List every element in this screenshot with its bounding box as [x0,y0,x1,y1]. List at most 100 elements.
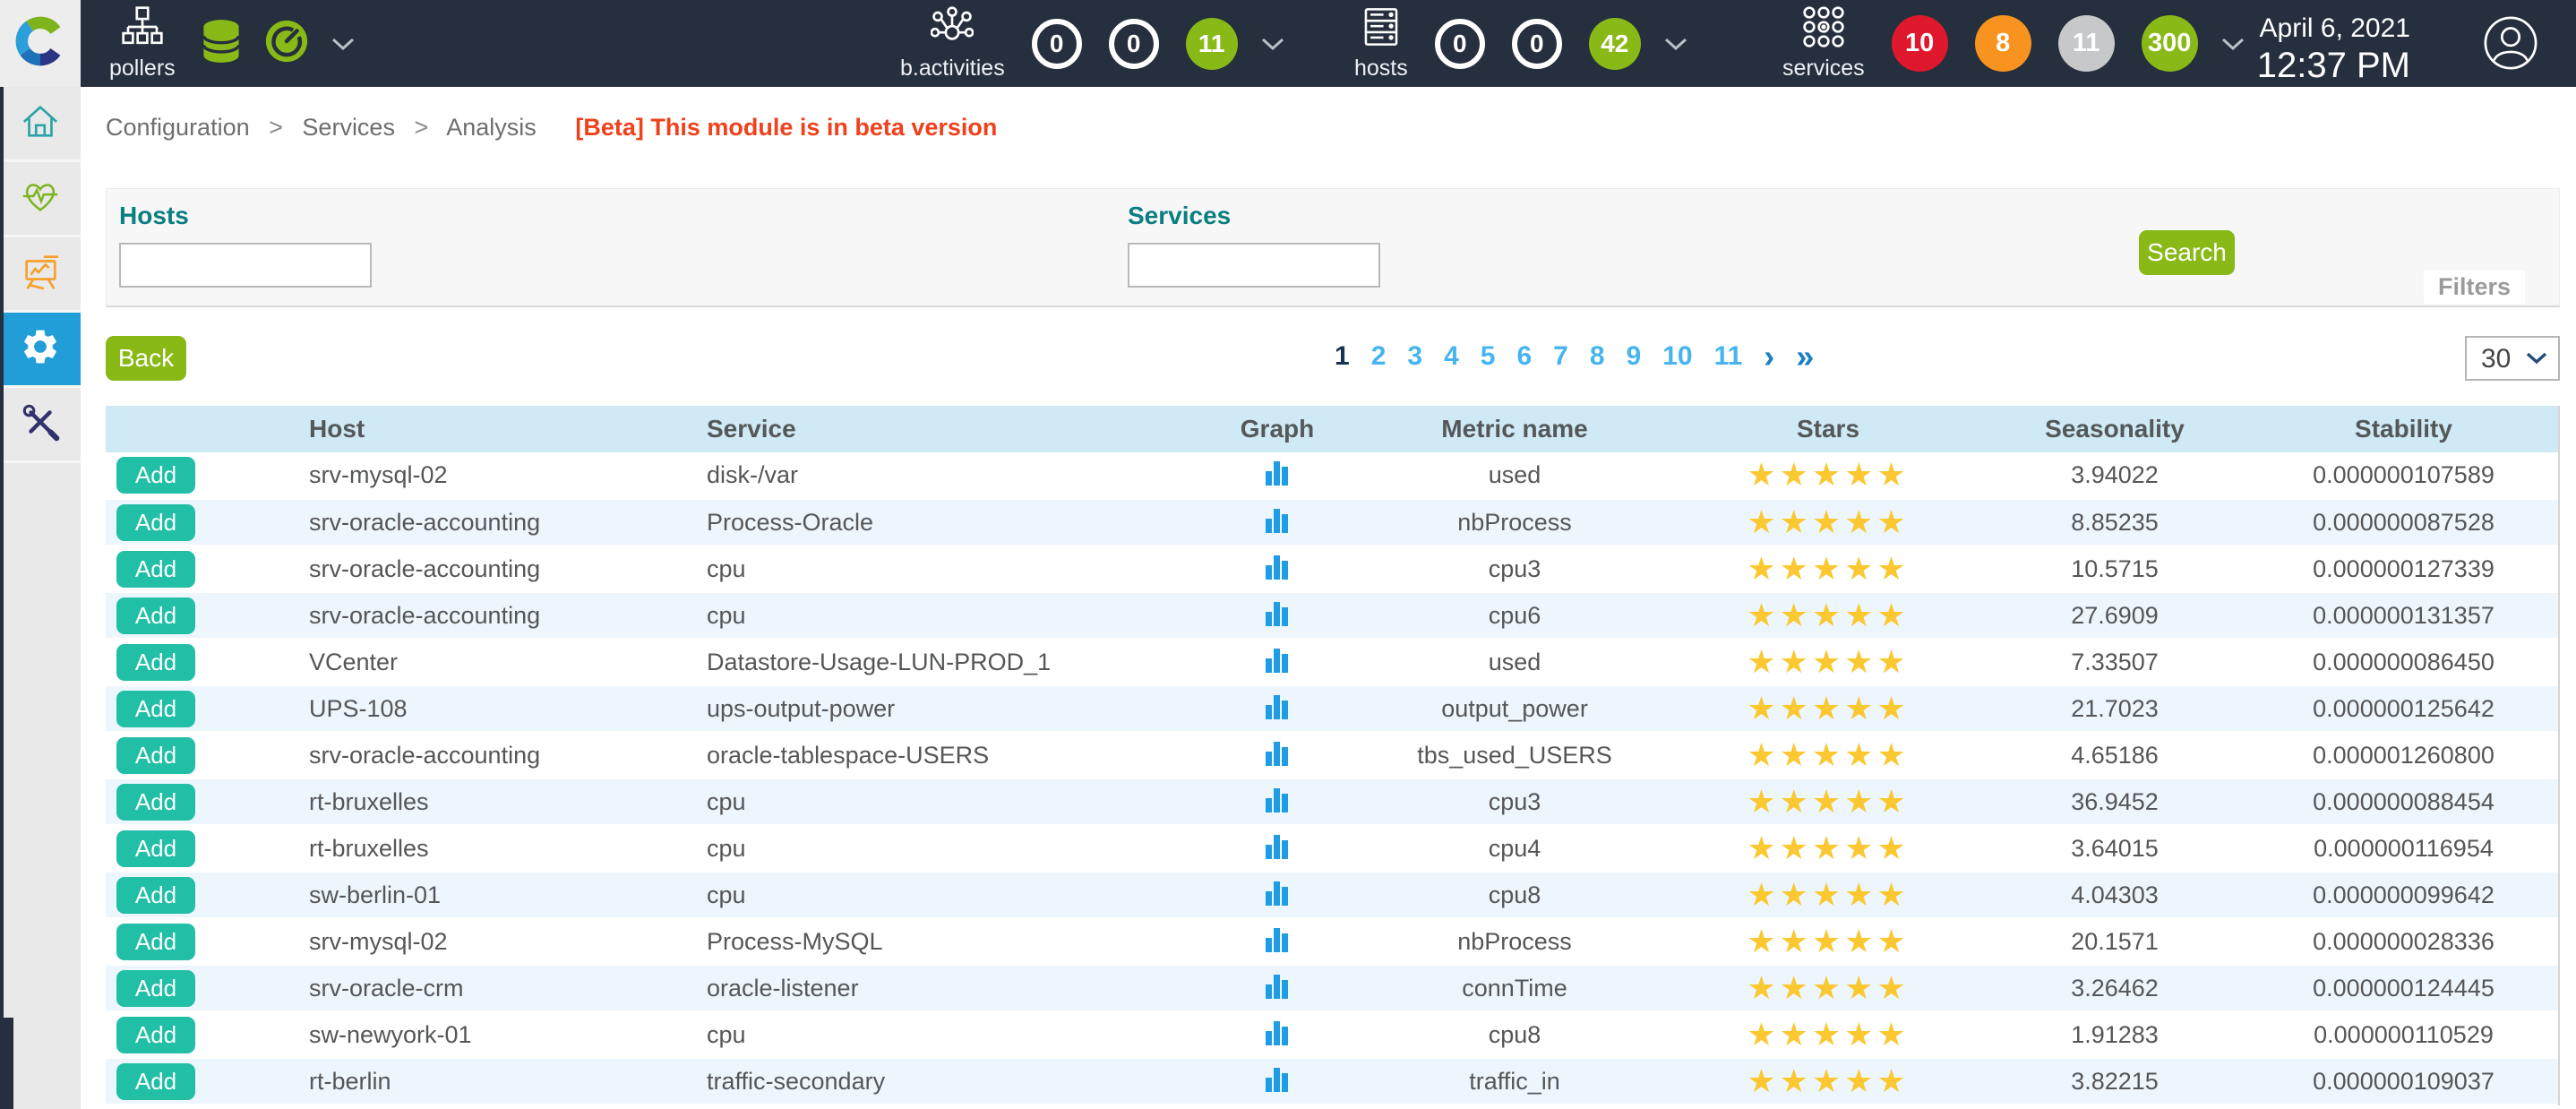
graph-icon[interactable] [1266,832,1289,859]
host-cell: sw-berlin-01 [288,872,682,918]
add-button[interactable]: Add [116,691,195,727]
stability-cell: 0.000000109037 [2249,1058,2558,1105]
services-grid-icon [1802,5,1845,53]
seasonality-cell: 20.1571 [1980,918,2249,965]
graph-icon[interactable] [1266,692,1289,719]
breadcrumb-configuration[interactable]: Configuration [106,114,250,141]
services-unknown-badge[interactable]: 11 [2058,15,2115,72]
graph-icon[interactable] [1266,459,1289,486]
hosts-group[interactable]: hosts 0 0 42 [1354,0,1687,87]
page-link-5[interactable]: 5 [1481,341,1496,372]
add-button[interactable]: Add [116,504,195,541]
add-button[interactable]: Add [116,924,195,960]
page-link-9[interactable]: 9 [1627,341,1642,372]
breadcrumb-services[interactable]: Services [302,114,395,141]
search-button[interactable]: Search [2139,230,2235,275]
graph-icon[interactable] [1266,1019,1289,1045]
database-icon[interactable] [201,19,242,68]
ba-critical-badge[interactable]: 0 [1032,19,1082,69]
sidebar-item-configuration[interactable] [0,313,81,388]
stability-cell: 0.000000110529 [2249,1011,2558,1058]
hosts-down-badge[interactable]: 0 [1435,19,1485,69]
page-link-6[interactable]: 6 [1516,341,1532,372]
graph-icon[interactable] [1266,972,1289,999]
add-button[interactable]: Add [116,457,195,494]
add-button[interactable]: Add [116,970,195,1007]
page-link-3[interactable]: 3 [1407,341,1422,372]
ba-chevron-down-icon[interactable] [1261,38,1284,50]
page-size-select[interactable]: 30 [2467,338,2558,379]
sidebar-item-reporting[interactable] [0,237,81,313]
add-button[interactable]: Add [116,644,195,681]
sidebar-item-home[interactable] [0,87,81,162]
hosts-chevron-down-icon[interactable] [1664,38,1687,50]
stability-cell: 0.000000127339 [2249,546,2558,592]
hosts-unreachable-badge[interactable]: 0 [1512,19,1562,69]
page-link-2[interactable]: 2 [1371,341,1387,372]
stars-rating: ★★★★★ [1747,830,1909,867]
page-link-4[interactable]: 4 [1444,341,1459,372]
sidebar-item-monitoring[interactable] [0,162,81,237]
stars-rating: ★★★★★ [1747,737,1909,774]
page-link-10[interactable]: 10 [1662,341,1692,372]
graph-icon[interactable] [1266,646,1289,673]
services-ok-badge[interactable]: 300 [2142,15,2198,72]
table-row: Add srv-oracle-accounting oracle-tablesp… [106,732,2558,778]
beta-notice: [Beta] This module is in beta version [575,114,997,141]
services-filter-input[interactable] [1128,243,1380,288]
next-page-icon[interactable]: › [1764,343,1774,370]
graph-icon[interactable] [1266,925,1289,952]
add-button[interactable]: Add [116,1017,195,1053]
ba-warning-badge[interactable]: 0 [1109,19,1159,69]
graph-icon[interactable] [1266,1065,1289,1092]
services-chevron-down-icon[interactable] [2221,38,2245,50]
table-row: Add srv-oracle-accounting cpu cpu3 ★★★★★… [106,546,2558,592]
add-button[interactable]: Add [116,597,195,634]
graph-icon[interactable] [1266,879,1289,906]
services-warning-badge[interactable]: 8 [1975,15,2031,72]
page-link-11[interactable]: 11 [1714,341,1743,372]
page-link-7[interactable]: 7 [1553,341,1568,372]
page-link-1[interactable]: 1 [1335,341,1350,372]
stars-rating: ★★★★★ [1747,457,1909,494]
filters-panel-tab[interactable]: Filters [2424,271,2525,304]
hosts-up-badge[interactable]: 42 [1589,18,1641,70]
business-activities-group[interactable]: b.activities 0 0 11 [900,0,1284,87]
pollers-group[interactable]: pollers [109,0,355,87]
add-button[interactable]: Add [116,830,195,867]
hierarchy-icon [121,5,164,53]
last-page-icon[interactable]: » [1796,343,1814,370]
service-cell: cpu [682,546,1201,592]
hosts-filter-label: Hosts [119,202,372,230]
host-cell: srv-oracle-accounting [288,732,682,778]
add-button[interactable]: Add [116,877,195,914]
user-avatar[interactable] [2483,15,2538,75]
page-link-8[interactable]: 8 [1590,341,1605,372]
add-button[interactable]: Add [116,1063,195,1100]
graph-icon[interactable] [1266,786,1289,812]
seasonality-cell: 3.64015 [1980,825,2249,872]
service-cell: traffic-secondary [682,1058,1201,1105]
pollers-chevron-down-icon[interactable] [331,38,355,50]
graph-icon[interactable] [1266,553,1289,580]
graph-icon[interactable] [1266,599,1289,626]
host-cell: rt-berlin [288,1058,682,1105]
service-cell: cpu [682,1011,1201,1058]
seasonality-cell: 4.04303 [1980,872,2249,918]
sidebar-item-administration[interactable] [0,388,81,463]
back-button[interactable]: Back [106,336,186,381]
add-button[interactable]: Add [116,737,195,774]
stars-rating: ★★★★★ [1747,551,1909,588]
services-group[interactable]: services 10 8 11 300 [1782,0,2245,87]
centreon-logo[interactable] [0,0,81,87]
service-cell: oracle-listener [682,965,1201,1011]
add-button[interactable]: Add [116,784,195,821]
add-button[interactable]: Add [116,551,195,588]
services-critical-badge[interactable]: 10 [1892,15,1948,72]
gauge-icon[interactable] [265,20,308,67]
ba-ok-badge[interactable]: 11 [1186,18,1238,70]
seasonality-cell: 10.5715 [1980,546,2249,592]
hosts-filter-input[interactable] [119,243,372,288]
graph-icon[interactable] [1266,739,1289,766]
graph-icon[interactable] [1266,506,1289,533]
